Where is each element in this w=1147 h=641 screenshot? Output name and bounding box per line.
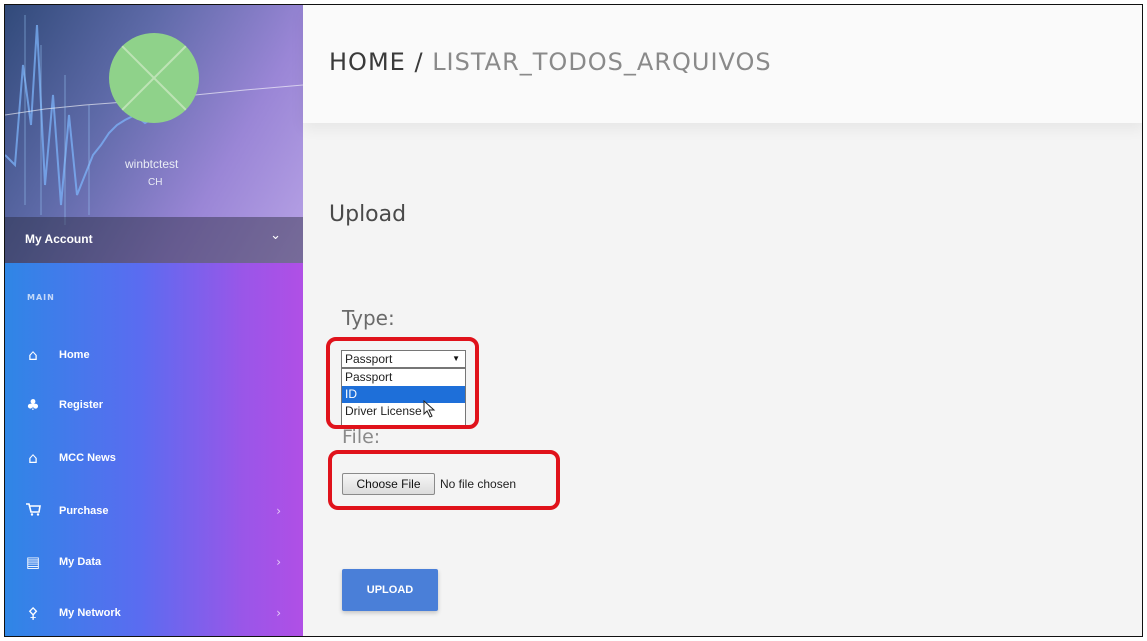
my-account-label: My Account	[25, 232, 93, 246]
register-user-icon: ♣	[26, 396, 40, 414]
chevron-down-icon: ⌄	[270, 228, 281, 243]
avatar[interactable]	[109, 33, 199, 123]
file-input-highlight-box	[328, 450, 560, 510]
my-account-toggle[interactable]: My Account ⌄	[5, 217, 303, 263]
type-label: Type:	[342, 306, 395, 330]
chevron-right-icon: ›	[276, 606, 281, 620]
sidebar-item-purchase[interactable]: Purchase ›	[5, 491, 303, 531]
clipboard-icon: ▤	[25, 553, 41, 571]
breadcrumb-separator: /	[414, 48, 424, 76]
app-window: winbtctest CH My Account ⌄ MAIN ⌂ Home ♣…	[4, 4, 1143, 637]
sidebar-item-label: MCC News	[59, 452, 116, 464]
username: winbtctest	[125, 157, 179, 171]
sidebar-item-my-network[interactable]: ⚴ My Network ›	[5, 593, 303, 633]
sidebar: winbtctest CH My Account ⌄ MAIN ⌂ Home ♣…	[5, 5, 303, 636]
breadcrumb: HOME / LISTAR_TODOS_ARQUIVOS	[329, 48, 772, 76]
sidebar-menu: MAIN ⌂ Home ♣ Register ⌂ MCC News Purcha…	[5, 263, 303, 636]
main-content: HOME / LISTAR_TODOS_ARQUIVOS Upload Type…	[303, 5, 1142, 636]
home-icon: ⌂	[28, 449, 38, 467]
sidebar-item-register[interactable]: ♣ Register	[5, 385, 303, 425]
chevron-right-icon: ›	[276, 504, 281, 518]
user-country-code: CH	[148, 177, 163, 188]
top-bar: HOME / LISTAR_TODOS_ARQUIVOS	[303, 5, 1142, 123]
sidebar-item-label: My Network	[59, 607, 121, 619]
section-label-main: MAIN	[27, 293, 55, 302]
cart-icon	[23, 502, 43, 520]
type-select-highlight-box	[326, 337, 479, 429]
sidebar-item-home[interactable]: ⌂ Home	[5, 335, 303, 375]
sidebar-item-label: My Data	[59, 556, 102, 568]
sidebar-item-label: Home	[59, 349, 90, 361]
upload-button[interactable]: UPLOAD	[342, 569, 438, 611]
profile-header: winbtctest CH My Account ⌄	[5, 5, 303, 263]
sidebar-item-mcc-news[interactable]: ⌂ MCC News	[5, 438, 303, 478]
sidebar-item-my-data[interactable]: ▤ My Data ›	[5, 542, 303, 582]
chevron-right-icon: ›	[276, 555, 281, 569]
sidebar-item-label: Purchase	[59, 505, 109, 517]
file-label: File:	[342, 426, 381, 448]
network-icon: ⚴	[27, 604, 39, 622]
home-icon: ⌂	[28, 346, 38, 364]
breadcrumb-current: LISTAR_TODOS_ARQUIVOS	[432, 48, 772, 76]
sidebar-item-label: Register	[59, 399, 104, 411]
page-title: Upload	[329, 202, 407, 227]
breadcrumb-home[interactable]: HOME	[329, 48, 406, 76]
